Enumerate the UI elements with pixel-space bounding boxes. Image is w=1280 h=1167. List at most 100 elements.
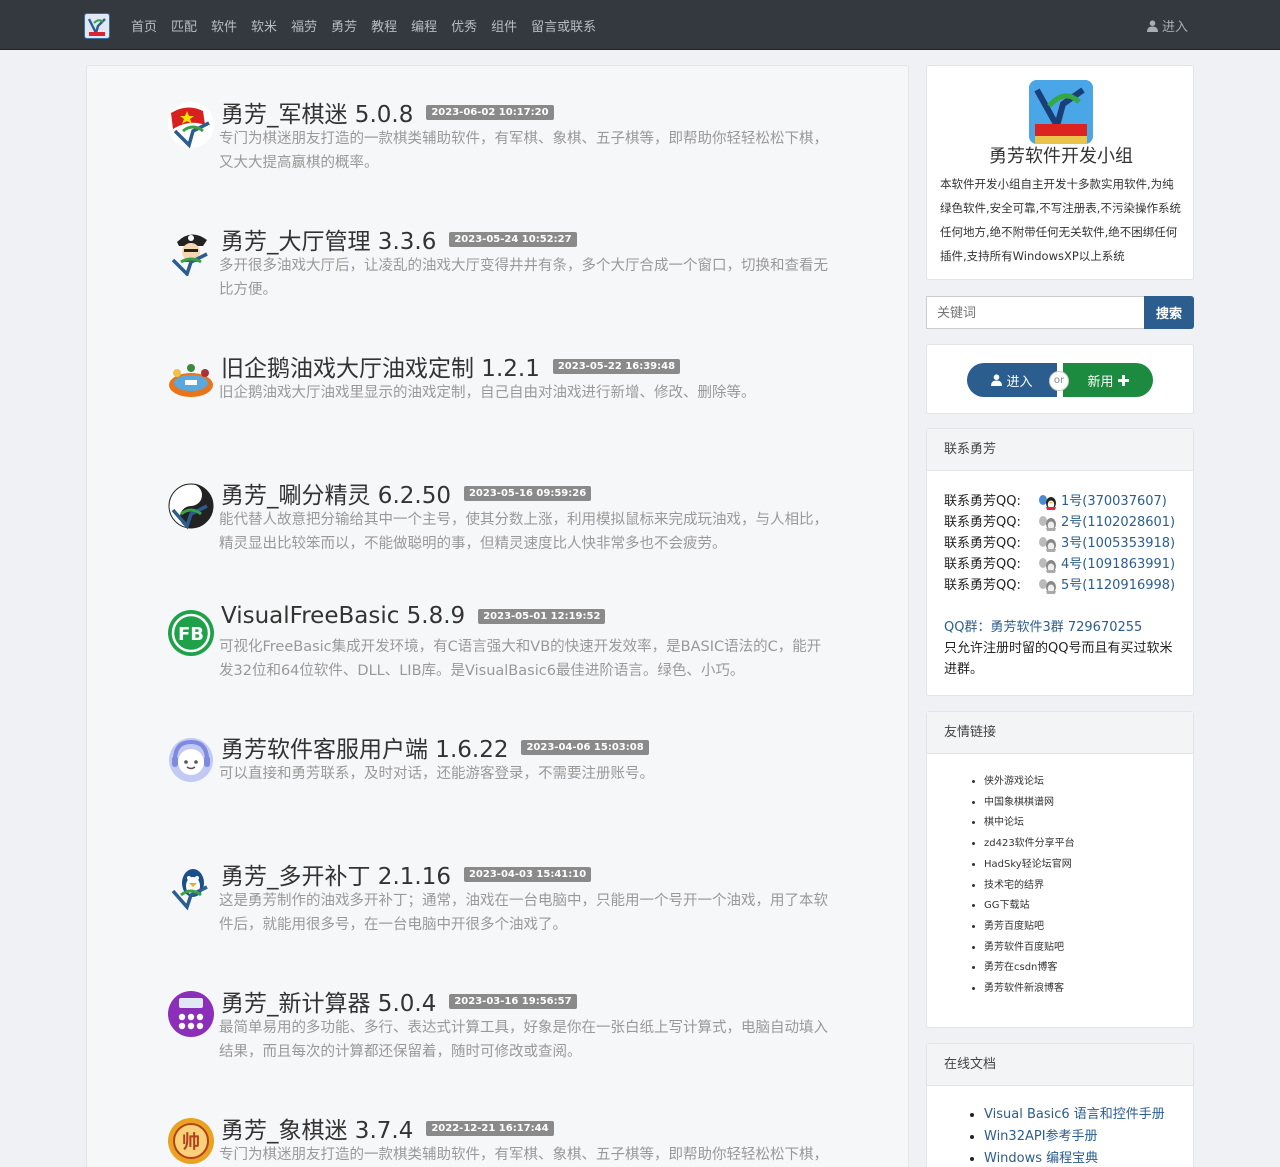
friend-link[interactable]: zd423软件分享平台	[984, 834, 1193, 855]
doc-link[interactable]: Win32API参考手册	[984, 1129, 1098, 1144]
item-title[interactable]: 勇芳软件客服用户端 1.6.22	[221, 730, 508, 764]
nav-software[interactable]: 软件	[211, 16, 237, 35]
nav-login-label: 进入	[1161, 20, 1188, 35]
qq-offline-icon[interactable]	[1035, 578, 1061, 594]
qq-offline-icon[interactable]	[1035, 557, 1061, 573]
search-input[interactable]	[926, 296, 1145, 329]
item-date-badge: 2023-05-16 09:59:26	[463, 485, 592, 501]
yinyang-icon	[167, 482, 215, 530]
friend-links-title: 友情链接	[927, 712, 1193, 754]
user-icon	[991, 374, 1003, 386]
calculator-icon	[167, 990, 215, 1038]
nav-components[interactable]: 组件	[491, 16, 517, 35]
svg-text:FB: FB	[178, 624, 204, 645]
site-logo[interactable]	[84, 13, 110, 39]
friend-link[interactable]: HadSky轻论坛官网	[984, 855, 1193, 876]
item-description: 专门为棋迷朋友打造的一款棋类辅助软件，有军棋、象棋、五子棋等，即帮助你轻轻松松下…	[219, 1147, 828, 1163]
junqi-flag-icon	[167, 101, 215, 149]
friend-link[interactable]: GG下载站	[984, 896, 1193, 917]
nav-programming[interactable]: 编程	[411, 16, 437, 35]
friend-link[interactable]: 中国象棋棋谱网	[984, 793, 1193, 814]
friend-link[interactable]: 侠外游戏论坛	[984, 772, 1193, 793]
nav-yongfang[interactable]: 勇芳	[331, 16, 357, 35]
or-separator: or	[1049, 371, 1069, 391]
contact-panel: 联系勇芳 联系勇芳QQ: 1号(370037607) 联系勇芳QQ: 2号(11…	[926, 428, 1194, 696]
user-icon	[1146, 19, 1158, 32]
plus-icon	[1117, 374, 1129, 386]
docs-list: Visual Basic6 语言和控件手册 Win32API参考手册 Windo…	[927, 1086, 1193, 1167]
item-description: 最简单易用的多功能、多行、表达式计算工具，好象是你在一张白纸上写计算式，电脑自动…	[219, 1020, 828, 1060]
nav-fulao[interactable]: 福劳	[291, 16, 317, 35]
item-date-badge: 2023-04-06 15:03:08	[521, 739, 649, 755]
item-description: 可视化FreeBasic集成开发环境，有C语言强大和VB的快速开发效率，是BAS…	[219, 639, 822, 679]
item-date-badge: 2023-05-01 12:19:52	[478, 608, 606, 624]
item-description: 专门为棋迷朋友打造的一款棋类辅助软件，有军棋、象棋、五子棋等，即帮助你轻轻松松下…	[219, 131, 828, 171]
friend-link[interactable]: 勇芳百度贴吧	[984, 917, 1193, 938]
item-title[interactable]: VisualFreeBasic 5.8.9	[221, 603, 465, 629]
nav-ruanmi[interactable]: 软米	[251, 16, 277, 35]
nav-tutorials[interactable]: 教程	[371, 16, 397, 35]
friend-links-list: 侠外游戏论坛 中国象棋棋谱网 棋中论坛 zd423软件分享平台 HadSky轻论…	[927, 754, 1193, 1000]
svg-text:帅: 帅	[182, 1131, 200, 1153]
game-table-icon	[167, 355, 215, 403]
register-label: 新用	[1087, 374, 1114, 390]
contact-panel-title: 联系勇芳	[927, 429, 1193, 471]
item-date-badge: 2023-05-22 16:39:48	[552, 358, 681, 374]
nav-home[interactable]: 首页	[131, 16, 157, 35]
group-logo-icon	[1029, 80, 1093, 144]
group-bio: 本软件开发小组自主开发十多款实用软件,为纯绿色软件,安全可靠,不写注册表,不污染…	[940, 177, 1181, 263]
qq-link[interactable]: 1号(370037607)	[1061, 491, 1167, 512]
customer-service-icon	[167, 736, 215, 784]
item-date-badge: 2023-03-16 19:56:57	[449, 993, 577, 1009]
item-title[interactable]: 勇芳_大厅管理 3.3.6	[221, 222, 436, 256]
docs-title: 在线文档	[927, 1044, 1193, 1086]
item-date-badge: 2023-05-24 10:52:27	[449, 231, 577, 247]
item-title[interactable]: 勇芳_唰分精灵 6.2.50	[221, 476, 451, 510]
friend-link[interactable]: 勇芳软件新浪博客	[984, 979, 1193, 1000]
qq-offline-icon[interactable]	[1035, 536, 1061, 552]
item-date-badge: 2023-06-02 10:17:20	[426, 104, 554, 120]
group-name: 勇芳软件开发小组	[989, 146, 1133, 167]
doc-item: Win32API参考手册	[984, 1126, 1193, 1148]
nav-login-link[interactable]: 进入	[1146, 16, 1188, 35]
item-title[interactable]: 旧企鹅油戏大厅油戏定制 1.2.1	[221, 349, 540, 383]
enter-label: 进入	[1006, 374, 1033, 390]
doc-item: Visual Basic6 语言和控件手册	[984, 1104, 1193, 1126]
software-list: 勇芳_军棋迷 5.0.8 2023-06-02 10:17:20 专门为棋迷朋友…	[86, 65, 909, 1167]
nav-links: 首页 匹配 软件 软米 福劳 勇芳 教程 编程 优秀 组件 留言或联系	[131, 0, 596, 50]
item-description: 多开很多油戏大厅后，让凌乱的油戏大厅变得井井有条，多个大厅合成一个窗口，切换和查…	[219, 258, 828, 298]
item-title[interactable]: 勇芳_军棋迷 5.0.8	[221, 95, 413, 129]
search-button[interactable]: 搜索	[1144, 296, 1194, 329]
qq-group-link[interactable]: QQ群：勇芳软件3群 729670255	[944, 617, 1176, 638]
doc-link[interactable]: Windows 编程宝典	[984, 1151, 1098, 1166]
qq-link[interactable]: 3号(1005353918)	[1061, 533, 1175, 554]
nav-contact[interactable]: 留言或联系	[531, 16, 596, 35]
friend-link[interactable]: 棋中论坛	[984, 813, 1193, 834]
qq-link[interactable]: 5号(1120916998)	[1061, 575, 1175, 596]
item-description: 这是勇芳制作的油戏多开补丁；通常，油戏在一台电脑中，只能用一个号开一个油戏，用了…	[219, 893, 828, 933]
friend-link[interactable]: 勇芳在csdn博客	[984, 958, 1193, 979]
qq-link[interactable]: 2号(1102028601)	[1061, 512, 1175, 533]
item-title[interactable]: 勇芳_新计算器 5.0.4	[221, 984, 436, 1018]
qq-offline-icon[interactable]	[1035, 515, 1061, 531]
nav-excellent[interactable]: 优秀	[451, 16, 477, 35]
friend-link[interactable]: 技术宅的结界	[984, 876, 1193, 897]
doc-link[interactable]: Visual Basic6 语言和控件手册	[984, 1107, 1165, 1122]
qq-link[interactable]: 4号(1091863991)	[1061, 554, 1175, 575]
penguin-icon	[167, 863, 215, 911]
top-navbar: 首页 匹配 软件 软米 福劳 勇芳 教程 编程 优秀 组件 留言或联系 进入	[0, 0, 1280, 50]
doc-item: Windows 编程宝典	[984, 1148, 1193, 1167]
item-title[interactable]: 勇芳_象棋迷 3.7.4	[221, 1111, 413, 1145]
qq-group-note: 只允许注册时留的QQ号而且有买过软米进群。	[944, 641, 1173, 677]
nav-match[interactable]: 匹配	[171, 16, 197, 35]
qq-online-icon[interactable]	[1035, 494, 1061, 510]
register-button[interactable]: 新用	[1063, 363, 1153, 397]
item-title[interactable]: 勇芳_多开补丁 2.1.16	[221, 857, 451, 891]
auth-panel: 进入 or 新用	[926, 344, 1194, 414]
friend-link[interactable]: 勇芳软件百度贴吧	[984, 938, 1193, 959]
docs-panel: 在线文档 Visual Basic6 语言和控件手册 Win32API参考手册 …	[926, 1043, 1194, 1167]
qq-contact-row: 联系勇芳QQ: 4号(1091863991)	[944, 554, 1176, 575]
qq-contact-row: 联系勇芳QQ: 2号(1102028601)	[944, 512, 1176, 533]
item-date-badge: 2023-04-03 15:41:10	[463, 866, 592, 882]
enter-button[interactable]: 进入	[967, 363, 1057, 397]
